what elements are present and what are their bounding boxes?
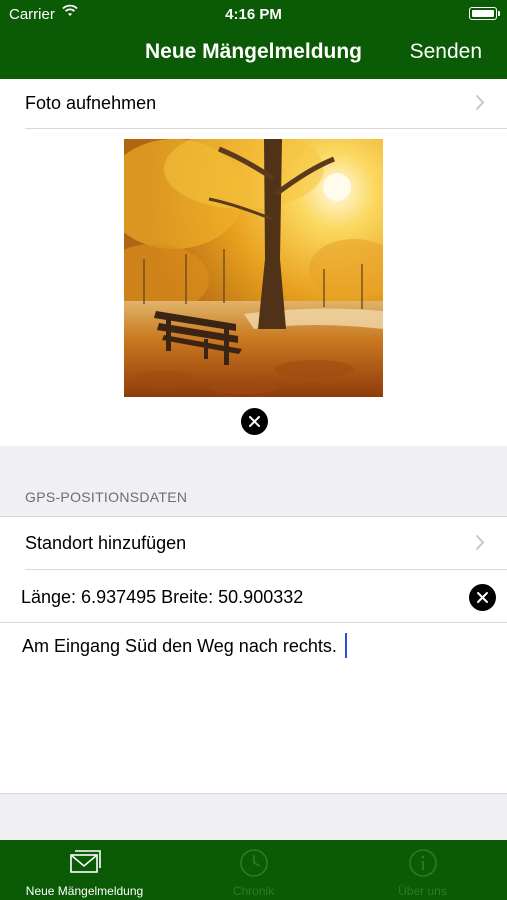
coordinates-row: Länge: 6.937495 Breite: 50.900332 [0,570,507,623]
status-bar: Carrier 4:16 PM [0,0,507,28]
navigation-bar: Carrier 4:16 PM Neue Mängelmeldung Sende… [0,0,507,79]
take-photo-row[interactable]: Foto aufnehmen [25,79,507,129]
chevron-right-icon [475,94,485,116]
tab-label: Chronik [232,884,275,898]
tab-history[interactable]: Chronik [169,840,338,900]
tab-new-report[interactable]: Neue Mängelmeldung [0,840,169,900]
clock-icon [237,848,271,883]
text-cursor [345,633,347,658]
take-photo-label: Foto aufnehmen [25,93,157,113]
location-section: Standort hinzufügen Länge: 6.937495 Brei… [0,516,507,794]
attached-photo [124,139,383,397]
add-location-row[interactable]: Standort hinzufügen [25,517,507,570]
clear-location-button[interactable] [469,584,496,611]
note-textarea[interactable]: Am Eingang Süd den Weg nach rechts. [0,623,507,794]
close-icon [249,416,260,427]
close-icon [477,592,488,603]
tab-label: Neue Mängelmeldung [25,884,144,898]
status-time: 4:16 PM [225,6,282,23]
gps-section-header: GPS-POSITIONSDATEN [25,489,188,505]
chevron-right-icon [475,534,485,556]
battery-icon [469,7,497,20]
tab-about[interactable]: Über uns [338,840,507,900]
note-text: Am Eingang Süd den Weg nach rechts. [22,636,337,656]
info-icon [406,848,440,883]
envelope-icon [68,848,102,879]
remove-photo-button[interactable] [241,408,268,435]
send-button[interactable]: Senden [410,40,482,64]
battery-tip [498,11,500,16]
coordinates-text: Länge: 6.937495 Breite: 50.900332 [21,587,304,607]
tab-label: Über uns [398,884,447,898]
tab-bar: Neue Mängelmeldung Chronik Über uns [0,840,507,900]
add-location-label: Standort hinzufügen [25,533,187,553]
